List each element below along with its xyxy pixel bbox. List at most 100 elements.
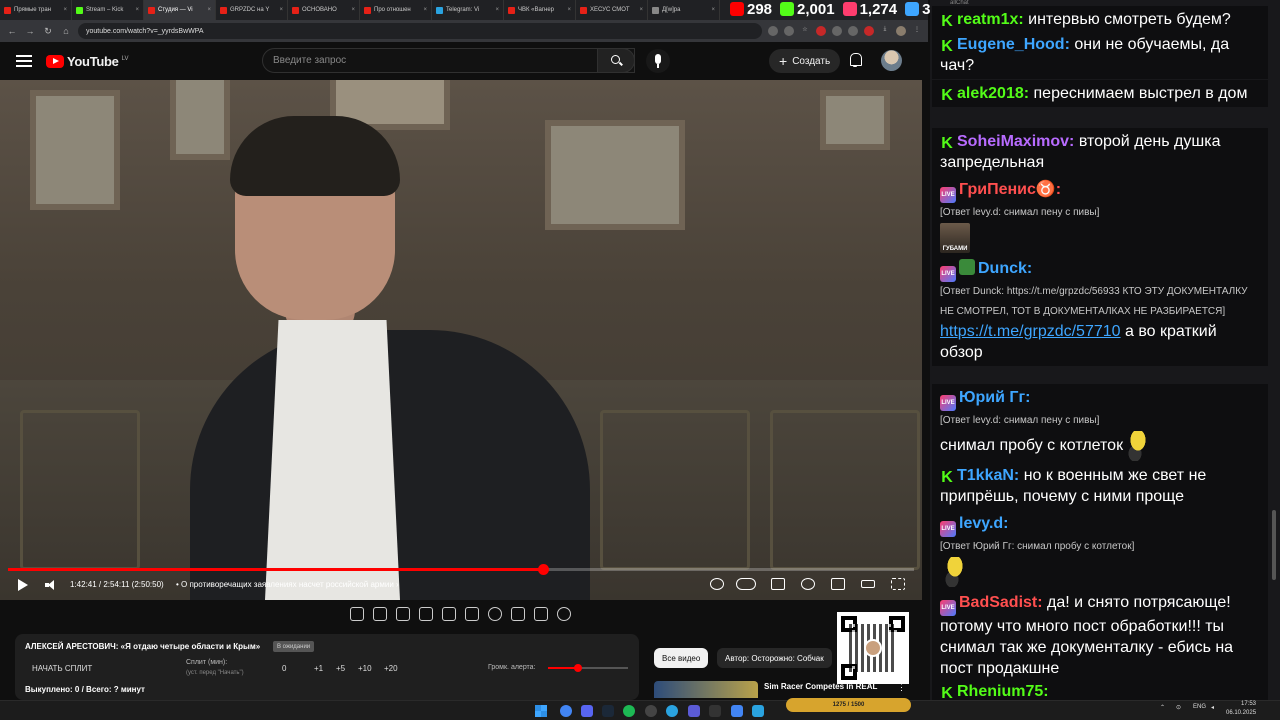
chrome-icon[interactable]: [560, 705, 572, 717]
tab-close-icon[interactable]: ×: [279, 7, 283, 13]
theater-mode-icon[interactable]: [861, 580, 875, 588]
more-options-icon[interactable]: ⋮: [897, 682, 906, 693]
autoplay-toggle[interactable]: [736, 578, 756, 590]
miniplayer-icon[interactable]: [831, 578, 845, 590]
chip-all-videos[interactable]: Все видео: [654, 648, 709, 668]
alert-volume-slider[interactable]: [548, 664, 628, 672]
home-icon[interactable]: ⌂: [60, 26, 72, 36]
playlist-icon[interactable]: [396, 607, 410, 621]
app-icon[interactable]: [709, 705, 721, 717]
keyboard-language[interactable]: ENG: [1193, 704, 1206, 710]
subtitles-icon[interactable]: [771, 578, 785, 590]
tab-close-icon[interactable]: ×: [135, 7, 139, 13]
avatar[interactable]: [881, 50, 902, 71]
tab-close-icon[interactable]: ×: [207, 7, 211, 13]
extension-icon[interactable]: [768, 26, 778, 36]
telegram-icon[interactable]: [666, 705, 678, 717]
play-icon[interactable]: [18, 579, 28, 591]
fullscreen-icon[interactable]: [891, 578, 905, 590]
clapper-icon[interactable]: [419, 607, 433, 621]
split-plus-1-button[interactable]: +1: [314, 664, 323, 673]
steam-icon[interactable]: [602, 705, 614, 717]
spotify-icon[interactable]: [623, 705, 635, 717]
forward-icon[interactable]: →: [24, 26, 36, 36]
create-button[interactable]: + Создать: [769, 49, 841, 73]
screen-icon[interactable]: [442, 607, 456, 621]
chat-username[interactable]: Eugene_Hood: [957, 36, 1065, 53]
speed-icon[interactable]: [488, 607, 502, 621]
tab-close-icon[interactable]: ×: [423, 7, 427, 13]
start-split-button[interactable]: НАЧАТЬ СПЛИТ: [32, 664, 92, 673]
windows-start-icon[interactable]: [535, 705, 547, 717]
split-plus-10-button[interactable]: +10: [358, 664, 372, 673]
tab-close-icon[interactable]: ×: [639, 7, 643, 13]
tab-close-icon[interactable]: ×: [495, 7, 499, 13]
chat-username[interactable]: Rhenium75: [957, 683, 1043, 700]
gear-icon[interactable]: [557, 607, 571, 621]
video-progress-bar[interactable]: [8, 564, 914, 575]
extension-icon[interactable]: [864, 26, 874, 36]
camera-icon[interactable]: [534, 607, 548, 621]
chapter-title[interactable]: • О противоречащих заявлениях насчет рос…: [176, 580, 399, 589]
tab-close-icon[interactable]: ×: [351, 7, 355, 13]
back-icon[interactable]: ←: [6, 26, 18, 36]
youtube-logo[interactable]: YouTube LV: [46, 54, 128, 69]
extension-icon[interactable]: [816, 26, 826, 36]
search-button[interactable]: [597, 48, 635, 73]
audio-icon[interactable]: [373, 607, 387, 621]
address-bar[interactable]: youtube.com/watch?v=_yyrdsBwWPA: [78, 23, 762, 39]
video-player[interactable]: [0, 80, 922, 600]
browser-tab[interactable]: ХЕСУС СМОТ ×: [576, 0, 648, 20]
browser-tab[interactable]: ЧВК «Вагнер ×: [504, 0, 576, 20]
extension-icon[interactable]: [832, 26, 842, 36]
chip-author[interactable]: Автор: Осторожно: Собчак: [717, 648, 832, 668]
extension-icon[interactable]: [784, 26, 794, 36]
app-icon[interactable]: [688, 705, 700, 717]
browser-tab[interactable]: Студия — Vi ×: [144, 0, 216, 20]
chat-username[interactable]: levy.d: [959, 515, 1003, 532]
network-icon[interactable]: ⊙: [1176, 704, 1181, 711]
reload-icon[interactable]: ↻: [42, 26, 54, 37]
tab-close-icon[interactable]: ×: [567, 7, 571, 13]
volume-icon[interactable]: [45, 580, 55, 590]
tab-close-icon[interactable]: ×: [63, 7, 67, 13]
chat-username[interactable]: ГриПенис♉: [959, 181, 1056, 198]
browser-tab[interactable]: ОСНОВАНО ×: [288, 0, 360, 20]
chat-username[interactable]: SoheiMaximov: [957, 133, 1069, 150]
hamburger-menu-icon[interactable]: [16, 55, 32, 67]
profile-icon[interactable]: [896, 26, 906, 36]
system-clock[interactable]: 17:53 06.10.2025: [1226, 700, 1256, 718]
sponsorblock-icon[interactable]: [710, 578, 724, 590]
discord-icon[interactable]: [581, 705, 593, 717]
recommended-title[interactable]: Sim Racer Competes In REAL: [764, 682, 877, 691]
tray-chevron-icon[interactable]: ⌃: [1160, 704, 1165, 711]
notifications-bell-icon[interactable]: [849, 53, 862, 67]
bookmark-star-icon[interactable]: ☆: [800, 26, 810, 36]
chat-scrollbar[interactable]: [1272, 510, 1276, 580]
split-plus-5-button[interactable]: +5: [336, 664, 345, 673]
app-icon[interactable]: [731, 705, 743, 717]
add-icon[interactable]: [511, 607, 525, 621]
app-icon[interactable]: [752, 705, 764, 717]
browser-tab[interactable]: Про отношен ×: [360, 0, 432, 20]
browser-tab[interactable]: GRPZDC на Y ×: [216, 0, 288, 20]
browser-tab[interactable]: Telegram: Vi ×: [432, 0, 504, 20]
voice-search-icon[interactable]: [646, 49, 670, 73]
chat-username[interactable]: Юрий Гг: [959, 389, 1025, 406]
menu-kebab-icon[interactable]: ⋮: [912, 26, 922, 36]
tab-close-icon[interactable]: ×: [711, 7, 715, 13]
recommended-thumbnail[interactable]: [654, 681, 758, 698]
chat-username[interactable]: Dunck: [978, 260, 1027, 277]
download-icon[interactable]: ⤓: [880, 26, 890, 36]
chat-username[interactable]: T1kkaN: [957, 467, 1014, 484]
obs-icon[interactable]: [645, 705, 657, 717]
speaker-icon[interactable]: ◂: [1211, 704, 1214, 711]
split-plus-20-button[interactable]: +20: [384, 664, 398, 673]
chat-username[interactable]: alek2018: [957, 85, 1024, 102]
settings-gear-icon[interactable]: [801, 578, 815, 590]
chat-link[interactable]: https://t.me/grpzdc/57710: [940, 323, 1121, 340]
search-input[interactable]: Введите запрос: [262, 48, 635, 73]
progress-scrubber[interactable]: [537, 564, 549, 575]
chat-username[interactable]: BadSadist: [959, 594, 1037, 611]
film-icon[interactable]: [465, 607, 479, 621]
